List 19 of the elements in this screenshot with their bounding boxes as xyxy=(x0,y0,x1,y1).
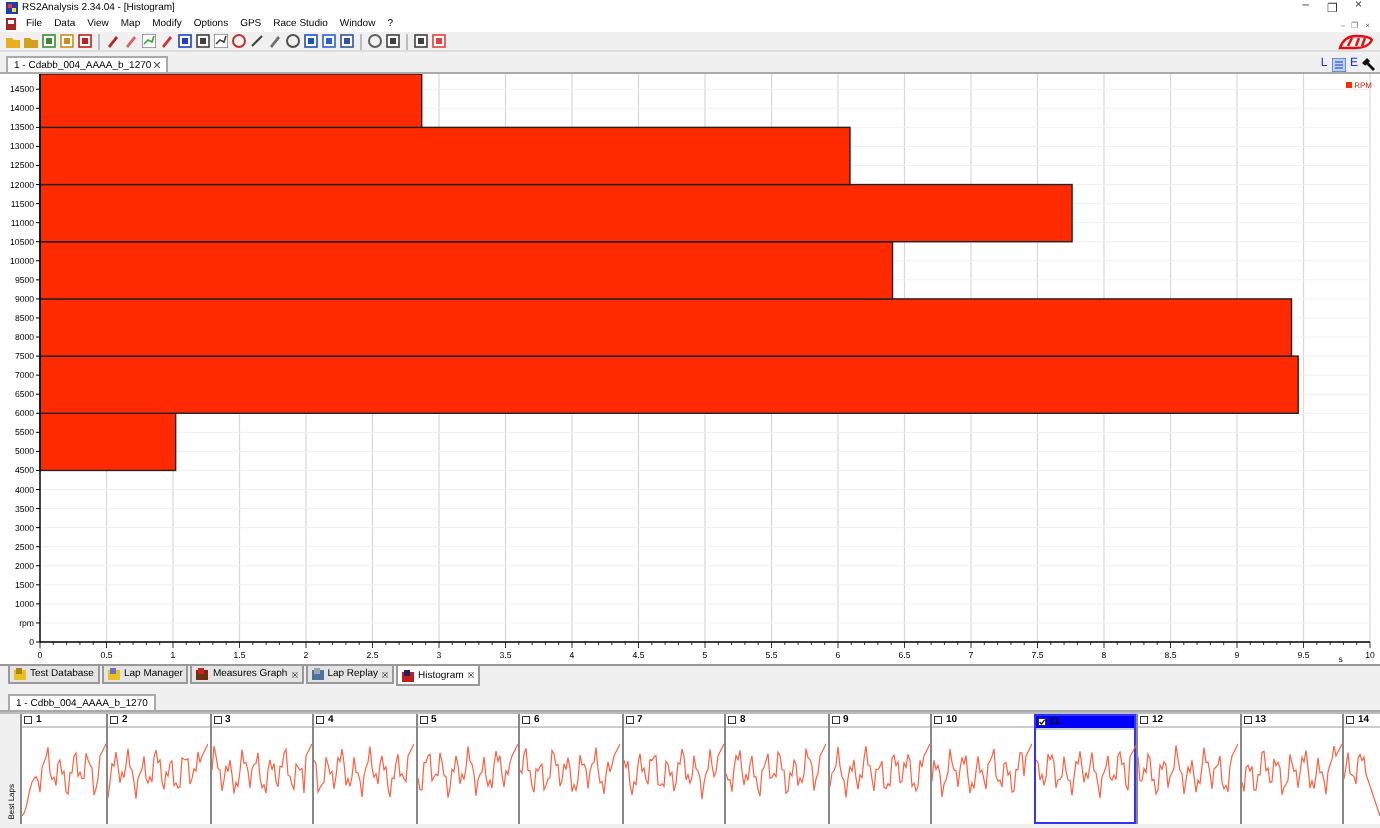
tab-icon xyxy=(196,668,209,680)
close-icon[interactable] xyxy=(291,671,298,677)
legend-swatch-icon xyxy=(1346,82,1353,88)
wrench-icon[interactable] xyxy=(1362,57,1376,71)
tab-icon xyxy=(107,668,120,680)
close-icon[interactable] xyxy=(381,671,388,677)
close-icon[interactable] xyxy=(467,672,474,678)
app-icon xyxy=(6,2,18,14)
tab-icon xyxy=(14,668,26,680)
close-icon[interactable] xyxy=(153,62,160,68)
list-icon[interactable] xyxy=(1332,57,1346,71)
circle-icon[interactable] xyxy=(368,34,382,48)
circle-icon[interactable] xyxy=(232,34,246,48)
chart-icon[interactable] xyxy=(214,34,228,48)
logo-icon xyxy=(1338,33,1374,49)
tab-icon xyxy=(401,669,414,681)
line-icon[interactable] xyxy=(250,34,264,48)
tab-icon xyxy=(311,668,324,680)
circle-icon[interactable] xyxy=(286,34,300,48)
